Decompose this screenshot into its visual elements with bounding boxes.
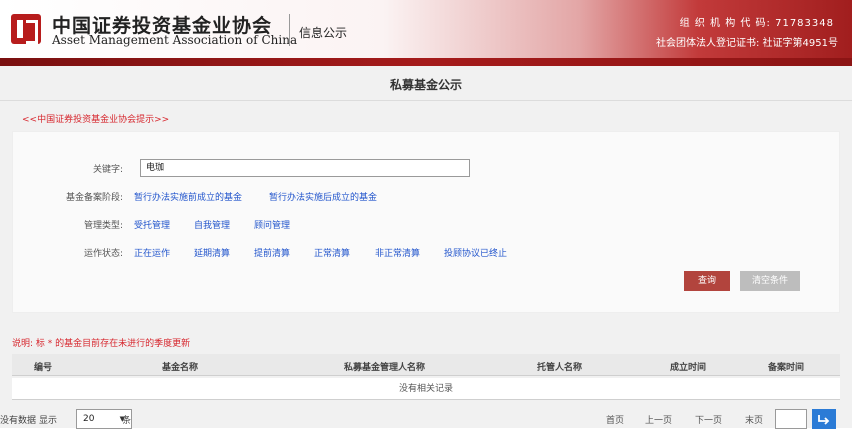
status-option-operating[interactable]: 正在运作 (134, 246, 170, 259)
column-established-date[interactable]: 成立时间 (670, 360, 706, 373)
query-button[interactable]: 查询 (684, 271, 730, 291)
column-custodian-name[interactable]: 托管人名称 (537, 360, 582, 373)
page-jump-input[interactable] (775, 409, 807, 429)
show-label: 显示 (39, 416, 58, 426)
results-table-header: 编号 基金名称 私募基金管理人名称 托管人名称 成立时间 备案时间 (12, 354, 840, 376)
page-size-value: 20 (83, 414, 95, 424)
org-registration-text: 社会团体法人登记证书: 社证字第4951号 (656, 38, 838, 49)
operation-status-label: 运作状态: (83, 249, 123, 259)
column-fund-name[interactable]: 基金名称 (162, 360, 198, 373)
logo-divider (289, 14, 290, 46)
manage-type-label: 管理类型: (83, 221, 123, 231)
amac-logo-icon[interactable] (11, 14, 41, 44)
column-manager-name[interactable]: 私募基金管理人名称 (344, 360, 425, 373)
status-option-terminated[interactable]: 投顾协议已终止 (444, 246, 507, 259)
manage-option-advisory[interactable]: 顾问管理 (254, 218, 290, 231)
no-data-text: 没有数据 (0, 416, 37, 426)
manage-option-entrusted[interactable]: 受托管理 (134, 218, 170, 231)
pagination-bar: 没有数据 显示 20 ▼ 条 首页 上一页 下一页 末页 (0, 404, 852, 429)
site-name-en: Asset Management Association of China (52, 33, 298, 47)
column-filing-date[interactable]: 备案时间 (768, 360, 804, 373)
title-divider (0, 100, 852, 101)
header-strip (0, 58, 852, 66)
stage-label: 基金备案阶段: (65, 193, 123, 203)
manage-option-self[interactable]: 自我管理 (194, 218, 230, 231)
column-number[interactable]: 编号 (34, 360, 52, 373)
page-jump-button[interactable] (812, 409, 836, 429)
status-option-normal[interactable]: 正常清算 (314, 246, 350, 259)
amac-notice-link[interactable]: <<中国证券投资基金业协会提示>> (22, 112, 169, 125)
page-size-unit: 条 (122, 416, 132, 426)
keyword-label: 关键字: (92, 165, 123, 175)
page-title: 私募基金公示 (389, 78, 462, 92)
next-page-link[interactable]: 下一页 (695, 413, 722, 426)
status-option-deferred[interactable]: 延期清算 (194, 246, 230, 259)
clear-conditions-button[interactable]: 清空条件 (740, 271, 800, 291)
status-option-abnormal[interactable]: 非正常清算 (375, 246, 420, 259)
keyword-input[interactable]: 电珈 (140, 159, 470, 177)
first-page-link[interactable]: 首页 (606, 413, 624, 426)
site-header: 中国证券投资基金业协会 Asset Management Association… (0, 0, 852, 58)
enter-arrow-icon (818, 415, 830, 425)
status-option-early[interactable]: 提前清算 (254, 246, 290, 259)
org-code-text: 组 织 机 构 代 码: 71783348 (679, 18, 834, 29)
last-page-link[interactable]: 末页 (745, 413, 763, 426)
empty-results-row: 没有相关记录 (12, 378, 840, 400)
stage-option-before[interactable]: 暂行办法实施前成立的基金 (134, 190, 242, 203)
previous-page-link[interactable]: 上一页 (645, 413, 672, 426)
table-explanation: 说明: 标 * 的基金目前存在未进行的季度更新 (12, 339, 191, 349)
section-tag: 信息公示 (299, 26, 348, 40)
stage-option-after[interactable]: 暂行办法实施后成立的基金 (269, 190, 377, 203)
